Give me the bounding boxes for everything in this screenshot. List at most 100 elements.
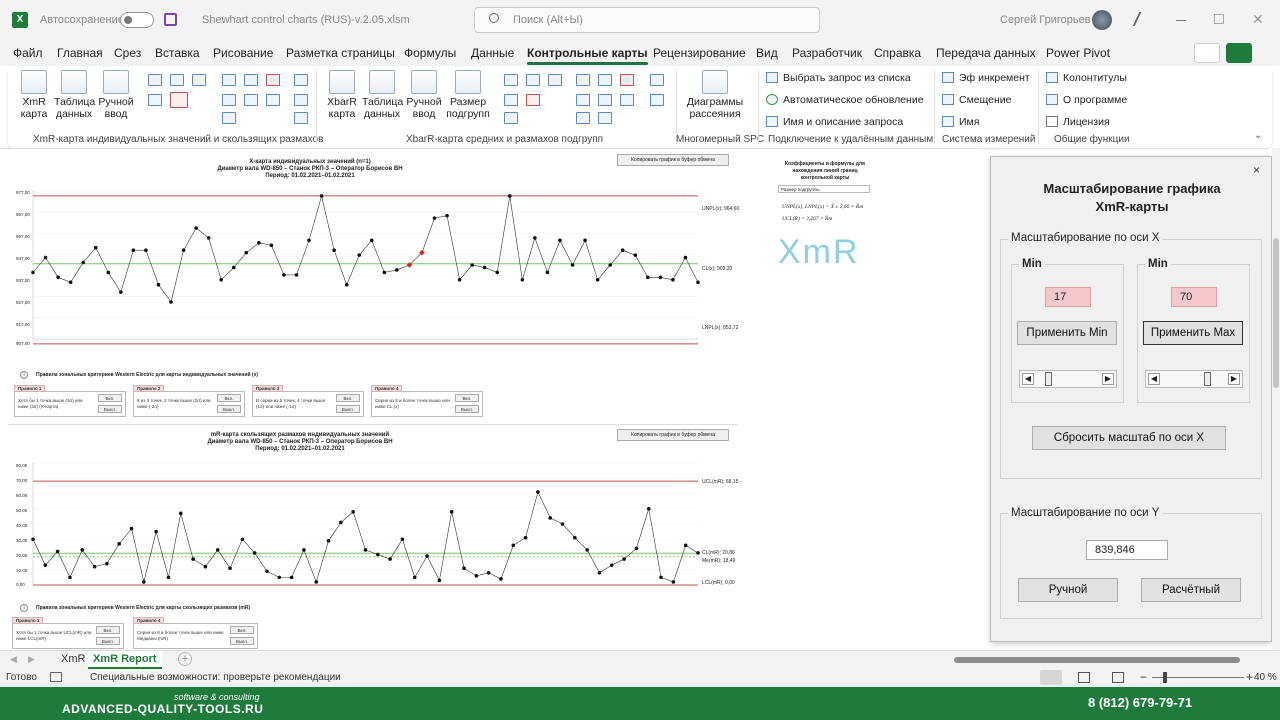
license-button[interactable]: Лицензия — [1046, 116, 1110, 128]
tool-icon[interactable] — [576, 94, 590, 106]
xmr-manual-button[interactable]: Ручной ввод — [96, 70, 136, 120]
file-name[interactable]: Shewhart control charts (RUS)-v.2.05.xls… — [202, 14, 410, 26]
tool-icon[interactable] — [576, 112, 590, 124]
tool-icon[interactable] — [148, 94, 162, 106]
macro-record-icon[interactable] — [50, 672, 62, 682]
select-query-button[interactable]: Выбрать запрос из списка — [766, 72, 911, 84]
rule-off-button[interactable]: Выкл. — [230, 637, 254, 645]
next-sheet-icon[interactable]: ▶ — [28, 654, 35, 665]
tool-icon[interactable] — [170, 74, 184, 86]
about-button[interactable]: О программе — [1046, 94, 1127, 106]
rule-on-button[interactable]: Вкл. — [98, 394, 122, 402]
search-box[interactable]: Поиск (Alt+Ы) — [474, 7, 820, 33]
rule-off-button[interactable]: Выкл. — [98, 405, 122, 413]
tool-icon[interactable] — [222, 112, 236, 124]
xbar-chart-button[interactable]: XbarR карта — [322, 70, 362, 120]
horizontal-scrollbar[interactable] — [950, 656, 1244, 664]
max-scrollbar[interactable]: ◀ ▶ — [1145, 370, 1243, 388]
info-icon[interactable]: i — [20, 371, 28, 379]
info-icon[interactable]: i — [20, 604, 28, 612]
tool-icon[interactable] — [266, 94, 280, 106]
apply-min-button[interactable]: Применить Min — [1017, 321, 1117, 345]
calculated-button[interactable]: Расчётный — [1141, 578, 1241, 602]
tool-icon[interactable] — [294, 94, 308, 106]
page-layout-icon[interactable] — [1078, 672, 1090, 683]
increment-button[interactable]: Эф инкремент — [942, 72, 1030, 84]
sheet-tab-xmr[interactable]: XmR — [61, 653, 85, 665]
tab-developer[interactable]: Разработчик — [792, 46, 862, 60]
scatter-button[interactable]: Диаграммы рассеяния — [686, 70, 744, 120]
scroll-thumb[interactable] — [954, 657, 1240, 663]
scroll-right-icon[interactable]: ▶ — [1228, 373, 1240, 385]
header-footer-button[interactable]: Колонтитулы — [1046, 72, 1127, 84]
tool-icon[interactable] — [526, 94, 540, 106]
reset-x-button[interactable]: Сбросить масштаб по оси X — [1032, 426, 1226, 450]
tool-icon[interactable] — [294, 112, 308, 124]
close-window-icon[interactable]: ✕ — [1252, 11, 1264, 28]
rule-on-button[interactable]: Вкл. — [217, 394, 241, 402]
xbar-manual-button[interactable]: Ручной ввод — [404, 70, 444, 120]
tool-icon[interactable] — [598, 112, 612, 124]
copy-chart1-button[interactable]: Копировать график в буфер обмена — [617, 154, 729, 166]
tool-icon[interactable] — [650, 94, 664, 106]
tab-slice[interactable]: Срез — [114, 46, 141, 60]
rule-on-button[interactable]: Вкл. — [455, 394, 479, 402]
scroll-thumb[interactable] — [1204, 372, 1211, 386]
tool-icon[interactable] — [526, 74, 540, 86]
tab-formulas[interactable]: Формулы — [404, 46, 456, 60]
query-name-button[interactable]: Имя и описание запроса — [766, 116, 903, 128]
avatar[interactable] — [1092, 10, 1112, 30]
sheet-tab-xmr-report[interactable]: XmR Report — [88, 651, 162, 669]
tool-icon[interactable] — [598, 94, 612, 106]
tab-data-transfer[interactable]: Передача данных — [936, 46, 1036, 60]
pen-icon[interactable] — [1132, 12, 1152, 26]
worksheet[interactable]: X-карта индивидуальных значений (n=1) Ди… — [0, 148, 980, 650]
rule-on-button[interactable]: Вкл. — [230, 626, 254, 634]
mr-chart[interactable] — [0, 457, 745, 593]
tool-icon[interactable] — [620, 94, 634, 106]
add-sheet-icon[interactable]: + — [178, 652, 192, 666]
tab-view[interactable]: Вид — [756, 46, 778, 60]
xmr-table-button[interactable]: Таблица данных — [54, 70, 95, 120]
tab-draw[interactable]: Рисование — [213, 46, 273, 60]
prev-sheet-icon[interactable]: ◀ — [10, 654, 17, 665]
scroll-thumb[interactable] — [1273, 238, 1279, 388]
tab-review[interactable]: Рецензирование — [653, 46, 746, 60]
tab-control-charts[interactable]: Контрольные карты — [527, 46, 648, 65]
rule-off-button[interactable]: Выкл. — [96, 637, 120, 645]
scroll-thumb[interactable] — [1045, 372, 1052, 386]
zoom-out-icon[interactable]: − — [1140, 670, 1147, 684]
min-value-field[interactable]: 17 — [1045, 287, 1091, 307]
offset-button[interactable]: Смещение — [942, 94, 1012, 106]
tab-home[interactable]: Главная — [57, 46, 103, 60]
xmr-chart-button[interactable]: XmR карта — [14, 70, 54, 120]
tool-icon[interactable] — [294, 74, 308, 86]
tab-insert[interactable]: Вставка — [155, 46, 200, 60]
tool-icon[interactable] — [222, 74, 236, 86]
user-name[interactable]: Сергей Григорьев — [1000, 14, 1091, 26]
rule-on-button[interactable]: Вкл. — [336, 394, 360, 402]
tab-file[interactable]: Файл — [13, 46, 43, 60]
tab-data[interactable]: Данные — [471, 46, 514, 60]
tab-help[interactable]: Справка — [874, 46, 921, 60]
comments-button[interactable] — [1194, 43, 1220, 63]
max-value-field[interactable]: 70 — [1171, 287, 1217, 307]
tool-icon[interactable] — [620, 74, 634, 86]
share-button[interactable] — [1226, 43, 1252, 63]
name-button[interactable]: Имя — [942, 116, 979, 128]
normal-view-icon[interactable] — [1040, 670, 1062, 685]
autosave-toggle[interactable] — [120, 12, 154, 28]
chevron-down-icon[interactable]: ⌄ — [1254, 130, 1262, 141]
rule-off-button[interactable]: Выкл. — [217, 405, 241, 413]
copy-chart2-button[interactable]: Копировать график в буфер обмена — [617, 429, 729, 441]
rule-off-button[interactable]: Выкл. — [455, 405, 479, 413]
tool-icon[interactable] — [244, 94, 258, 106]
zoom-in-icon[interactable]: + — [1246, 670, 1253, 684]
apply-max-button[interactable]: Применить Max — [1143, 321, 1243, 345]
min-scrollbar[interactable]: ◀ ▶ — [1019, 370, 1117, 388]
zoom-level[interactable]: 40 % — [1254, 672, 1277, 683]
vertical-scrollbar[interactable] — [1272, 148, 1280, 650]
tool-icon[interactable] — [222, 94, 236, 106]
page-break-icon[interactable] — [1112, 672, 1124, 683]
restore-icon[interactable] — [1214, 14, 1224, 24]
